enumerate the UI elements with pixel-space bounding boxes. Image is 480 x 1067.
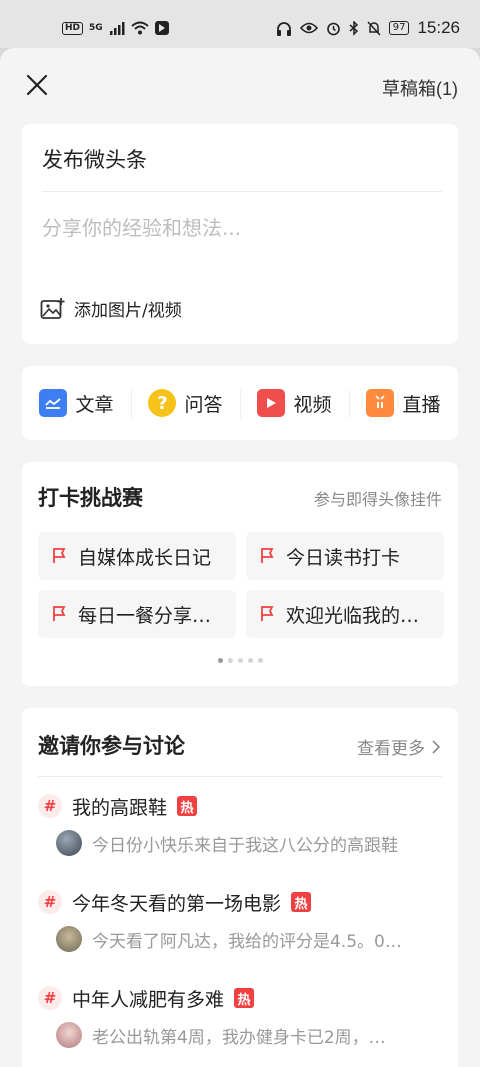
type-qa[interactable]: ? 问答	[131, 366, 240, 440]
hot-badge: 热	[291, 892, 312, 912]
mute-bell-icon	[367, 20, 381, 36]
add-media-button[interactable]: 添加图片/视频	[40, 296, 182, 321]
composer-title: 发布微头条	[42, 148, 147, 172]
type-qa-label: 问答	[184, 393, 223, 416]
clock: 15:26	[417, 18, 460, 37]
post-content-input[interactable]	[42, 216, 432, 240]
page-dot	[237, 658, 243, 663]
checkin-subtitle[interactable]: 参与即得头像挂件	[314, 486, 442, 510]
checkin-challenge-card: 打卡挑战赛 参与即得头像挂件 自媒体成长日记 今日读书打卡 每日一餐分享… 欢迎…	[22, 462, 458, 686]
topic-item[interactable]: # 今年冬天看的第一场电影 热 今天看了阿凡达，我给的评分是4.5。0…	[38, 890, 444, 952]
topic-item[interactable]: # 中年人减肥有多难 热 老公出轨第4周，我办健身卡已2周，…	[38, 986, 444, 1048]
status-right: 97 15:26	[276, 18, 460, 38]
flag-icon	[53, 548, 66, 563]
publish-sheet: 草稿箱(1) 发布微头条 添加图片/视频 文章 ?	[0, 48, 480, 1067]
headphones-icon	[276, 21, 291, 36]
sheet-header: 草稿箱(1)	[0, 48, 480, 124]
avatar	[56, 926, 82, 952]
flag-icon	[53, 606, 66, 621]
bluetooth-icon	[349, 20, 358, 36]
discussion-card: 邀请你参与讨论 查看更多 # 我的高跟鞋 热 今日份小快乐来自于我这八公分的高跟…	[22, 708, 458, 1067]
hot-badge: 热	[177, 796, 198, 816]
divider	[42, 191, 442, 192]
hashtag-icon: #	[38, 986, 62, 1010]
alarm-icon	[326, 22, 340, 35]
checkin-chip-label: 欢迎光临我的…	[286, 604, 420, 627]
signal-5g-label: 5G	[89, 23, 103, 33]
avatar	[56, 1022, 82, 1048]
hashtag-icon: #	[38, 794, 62, 818]
page-dot	[257, 658, 263, 663]
page-indicator	[22, 658, 458, 663]
eye-icon	[299, 22, 318, 34]
app-notification-icon	[154, 21, 169, 35]
status-bar: HD 5G 97 15:26	[0, 0, 480, 48]
type-article-label: 文章	[75, 393, 114, 416]
topic-snippet: 今日份小快乐来自于我这八公分的高跟鞋	[92, 835, 398, 856]
add-media-label: 添加图片/视频	[74, 301, 182, 321]
checkin-chip-label: 今日读书打卡	[286, 546, 401, 569]
type-live-label: 直播	[402, 393, 441, 416]
see-more-label: 查看更多	[357, 739, 425, 759]
checkin-chip-label: 每日一餐分享…	[78, 604, 212, 627]
checkin-title: 打卡挑战赛	[38, 486, 143, 510]
status-left: HD 5G	[62, 20, 169, 36]
topic-snippet: 老公出轨第4周，我办健身卡已2周，…	[92, 1027, 386, 1048]
hashtag-icon: #	[38, 890, 62, 914]
type-video[interactable]: 视频	[240, 366, 349, 440]
close-icon	[26, 74, 48, 96]
type-live[interactable]: 直播	[349, 366, 458, 440]
hot-badge: 热	[234, 988, 255, 1008]
page-dot	[227, 658, 233, 663]
chevron-right-icon	[432, 739, 440, 754]
flag-icon	[261, 606, 274, 621]
drafts-button[interactable]: 草稿箱(1)	[382, 75, 458, 101]
checkin-chip[interactable]: 自媒体成长日记	[38, 532, 236, 580]
avatar	[56, 830, 82, 856]
add-image-icon	[40, 297, 65, 319]
close-button[interactable]	[22, 70, 52, 100]
live-icon	[366, 389, 395, 417]
type-video-label: 视频	[293, 393, 332, 416]
article-icon	[39, 389, 68, 417]
topic-item[interactable]: # 我的高跟鞋 热 今日份小快乐来自于我这八公分的高跟鞋	[38, 794, 444, 856]
topic-title: 中年人减肥有多难	[72, 988, 225, 1011]
composer-card: 发布微头条 添加图片/视频	[22, 124, 458, 344]
topic-title: 今年冬天看的第一场电影	[72, 892, 282, 915]
see-more-link[interactable]: 查看更多	[357, 734, 440, 759]
post-type-bar: 文章 ? 问答 视频 直播	[22, 366, 458, 440]
checkin-chip[interactable]: 每日一餐分享…	[38, 590, 236, 638]
discussion-title: 邀请你参与讨论	[38, 734, 185, 758]
signal-icon	[109, 22, 125, 35]
video-icon	[257, 389, 286, 417]
checkin-chip-label: 自媒体成长日记	[78, 546, 212, 569]
question-icon: ?	[148, 389, 177, 417]
divider	[38, 776, 442, 777]
battery-level: 97	[388, 21, 410, 35]
hd-badge: HD	[62, 21, 84, 35]
checkin-chip[interactable]: 欢迎光临我的…	[246, 590, 444, 638]
checkin-chip[interactable]: 今日读书打卡	[246, 532, 444, 580]
page-dot	[217, 658, 223, 663]
type-article[interactable]: 文章	[22, 366, 131, 440]
topic-title: 我的高跟鞋	[72, 796, 168, 819]
wifi-icon	[131, 21, 149, 35]
flag-icon	[261, 548, 274, 563]
topic-snippet: 今天看了阿凡达，我给的评分是4.5。0…	[92, 931, 402, 952]
page-dot	[247, 658, 253, 663]
